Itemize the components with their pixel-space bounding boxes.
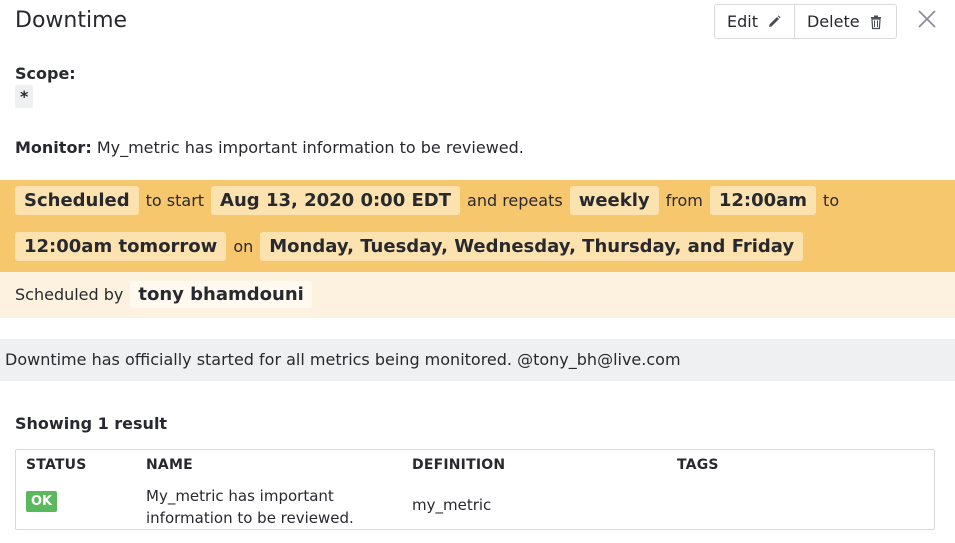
monitor-name-line2: information to be reviewed.	[146, 509, 354, 527]
edit-button-label: Edit	[727, 12, 758, 31]
on-text: on	[233, 237, 254, 256]
schedule-to-time: 12:00am tomorrow	[15, 232, 227, 261]
from-text: from	[665, 191, 703, 210]
column-header-name[interactable]: NAME	[146, 457, 193, 473]
monitor-name[interactable]: My_metric has important information to b…	[146, 485, 354, 529]
column-header-definition[interactable]: DEFINITION	[412, 457, 505, 473]
results-table: STATUS NAME DEFINITION TAGS OK My_metric…	[15, 449, 935, 530]
monitor-definition: my_metric	[412, 496, 492, 514]
schedule-start: Aug 13, 2020 0:00 EDT	[211, 186, 461, 215]
schedule-status: Scheduled	[15, 186, 139, 215]
column-header-tags[interactable]: TAGS	[677, 457, 719, 473]
monitor-name-line1: My_metric has important	[146, 487, 334, 505]
delete-button[interactable]: Delete	[793, 5, 896, 38]
schedule-from-time: 12:00am	[709, 186, 817, 215]
and-repeats-text: and repeats	[467, 191, 563, 210]
monitor-text: My_metric has important information to b…	[96, 138, 524, 157]
scope-value: *	[15, 85, 34, 108]
scope-label: Scope:	[15, 64, 76, 83]
header-actions: Edit Delete	[714, 4, 897, 39]
page-title: Downtime	[15, 8, 128, 33]
scheduled-by-label: Scheduled by	[15, 285, 124, 304]
scheduled-by-row: Scheduled by tony bhamdouni	[15, 281, 312, 308]
schedule-row-2: 12:00am tomorrow on Monday, Tuesday, Wed…	[15, 232, 804, 261]
status-badge: OK	[26, 491, 58, 512]
close-icon[interactable]	[917, 9, 937, 29]
column-header-status[interactable]: STATUS	[26, 457, 87, 473]
schedule-days: Monday, Tuesday, Wednesday, Thursday, an…	[260, 232, 804, 261]
to-start-text: to start	[145, 191, 205, 210]
schedule-row-1: Scheduled to start Aug 13, 2020 0:00 EDT…	[15, 186, 846, 215]
pencil-icon	[766, 14, 782, 30]
monitor-label: Monitor:	[15, 138, 92, 157]
scheduled-by-user: tony bhamdouni	[130, 281, 312, 308]
delete-button-label: Delete	[806, 12, 860, 31]
trash-icon	[868, 14, 884, 30]
results-count: Showing 1 result	[15, 414, 168, 433]
monitor-line: Monitor: My_metric has important informa…	[15, 138, 524, 157]
downtime-message: Downtime has officially started for all …	[5, 350, 681, 369]
schedule-frequency: weekly	[569, 186, 659, 215]
edit-button[interactable]: Edit	[715, 5, 794, 38]
to-text: to	[823, 191, 840, 210]
